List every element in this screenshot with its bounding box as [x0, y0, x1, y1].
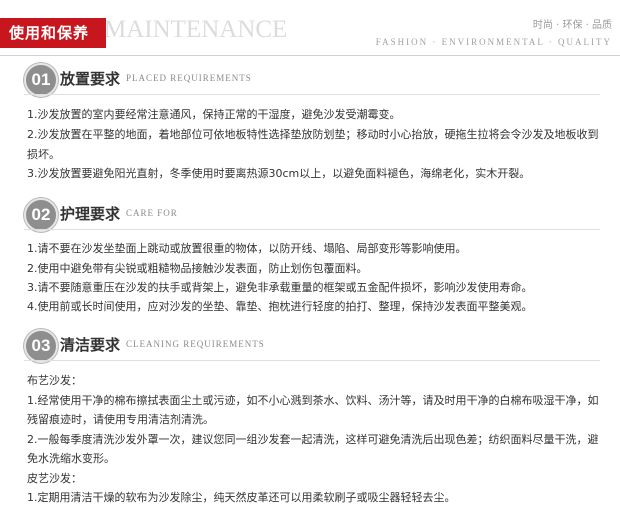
- section-title-cn: 放置要求: [60, 70, 121, 88]
- section-placement-header: 01 放置要求 PLACED REQUIREMENTS: [0, 61, 620, 101]
- section-title-en: CARE FOR: [126, 208, 178, 218]
- list-item: 2.沙发放置在平整的地面，着地部位可依地板特性选择垫放防划垫；移动时小心抬放，硬…: [27, 128, 599, 141]
- section-title-en: PLACED REQUIREMENTS: [126, 73, 252, 83]
- list-item: 损坏。: [27, 148, 60, 161]
- list-item: 残留痕迹时，请使用专用清洁剂清洗。: [27, 413, 214, 426]
- section-number-badge: 01: [24, 63, 58, 97]
- list-item: 1.沙发放置的室内要经常注意通风，保持正常的干湿度，避免沙发受潮霉变。: [27, 108, 401, 121]
- section-title-en: CLEANING REQUIREMENTS: [126, 339, 265, 349]
- list-item: 免水洗缩水变形。: [27, 452, 115, 465]
- list-item: 3.请不要随意重压在沙发的扶手或背架上，避免非承载重量的框架或五金配件损坏，影响…: [27, 281, 533, 294]
- section-number-badge: 03: [24, 329, 58, 363]
- header-tags-en: FASHION · ENVIRONMENTAL · QUALITY: [375, 37, 612, 47]
- list-item: 2.使用中避免带有尖锐或粗糙物品接触沙发表面，防止划伤包覆面料。: [27, 262, 368, 275]
- list-item: 皮艺沙发：: [27, 472, 82, 485]
- section-divider: [24, 94, 600, 95]
- header-divider: [0, 55, 620, 56]
- section-cleaning-header: 03 清洁要求 CLEANING REQUIREMENTS: [0, 327, 620, 367]
- header-tags-cn: 时尚 · 环保 · 品质: [532, 20, 612, 31]
- section-title-cn: 清洁要求: [60, 336, 121, 354]
- header-title-en: MAINTENANCE: [104, 16, 288, 43]
- list-item: 1.定期用清洁干燥的软布为沙发除尘，纯天然皮革还可以用柔软刷子或吸尘器轻轻去尘。: [27, 491, 456, 504]
- list-item: 4.使用前或长时间使用，应对沙发的坐垫、靠垫、抱枕进行轻度的拍打、整理，保持沙发…: [27, 300, 533, 313]
- section-number-badge: 02: [24, 198, 58, 232]
- list-item: 3.沙发放置要避免阳光直射，冬季使用时要离热源30cm以上，以避免面料褪色，海绵…: [27, 167, 531, 180]
- section-divider: [24, 360, 600, 361]
- header-title-tab: 使用和保养: [0, 18, 106, 48]
- header-title-cn: 使用和保养: [9, 24, 90, 42]
- list-item: 1.经常使用干净的棉布擦拭表面尘土或污迹，如不小心溅到茶水、饮料、汤汁等，请及时…: [27, 394, 599, 407]
- list-item: 1.请不要在沙发坐垫面上跳动或放置很重的物体，以防开线、塌陷、局部变形等影响使用…: [27, 242, 467, 255]
- list-item: 2.一般每季度清洗沙发外罩一次，建议您同一组沙发套一起清洗，这样可避免清洗后出现…: [27, 433, 599, 446]
- section-title-cn: 护理要求: [60, 205, 121, 223]
- section-divider: [24, 229, 600, 230]
- list-item: 布艺沙发：: [27, 374, 82, 387]
- page-header: MAINTENANCE 使用和保养 时尚 · 环保 · 品质 FASHION ·…: [0, 0, 620, 62]
- section-care-header: 02 护理要求 CARE FOR: [0, 196, 620, 236]
